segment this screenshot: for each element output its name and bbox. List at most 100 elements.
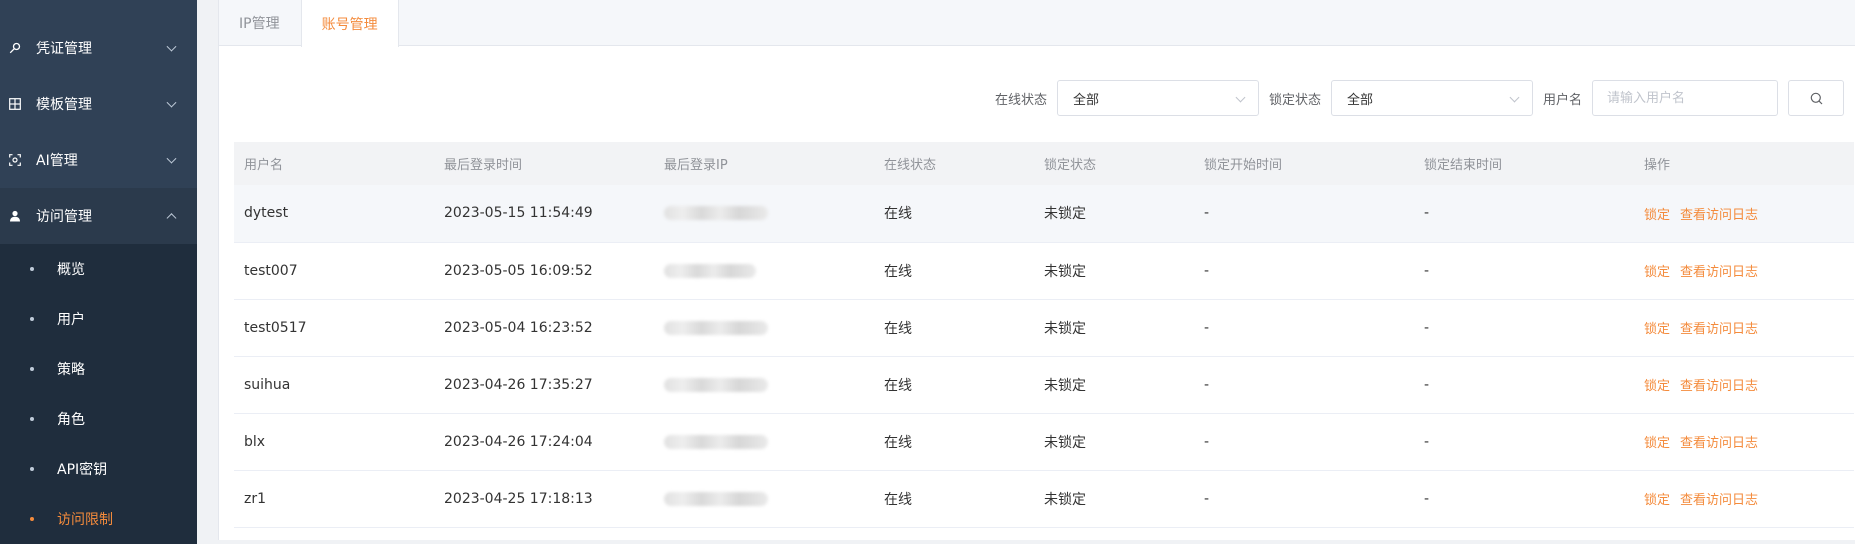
online-status-select[interactable]: 全部	[1056, 80, 1259, 116]
submenu-item-label: 策略	[57, 362, 85, 378]
view-log-link[interactable]: 查看访问日志	[1680, 379, 1758, 394]
lock-status-value: 全部	[1346, 92, 1373, 108]
last-login-cell: 2023-05-04 16:23:52	[434, 299, 654, 357]
tab-label: IP管理	[239, 16, 280, 32]
lock-start-cell: -	[1194, 299, 1414, 357]
ip-cell	[654, 470, 874, 528]
bullet-icon	[30, 417, 34, 421]
lock-link[interactable]: 锁定	[1644, 436, 1670, 451]
column-header[interactable]: 锁定状态	[1034, 142, 1194, 185]
chevron-down-icon	[166, 41, 177, 52]
online-status-cell: 在线	[874, 470, 1034, 528]
search-icon	[1810, 92, 1822, 104]
last-login-cell: 2023-05-05 16:09:52	[434, 242, 654, 300]
tab-account-management[interactable]: 账号管理	[300, 0, 399, 47]
lock-status-select[interactable]: 全部	[1330, 80, 1533, 116]
online-status-cell: 在线	[874, 356, 1034, 414]
menu-item-access[interactable]: 访问管理	[0, 188, 197, 244]
submenu-item-users[interactable]: 用户	[0, 294, 197, 344]
lock-link[interactable]: 锁定	[1644, 493, 1670, 508]
submenu-item-label: 角色	[57, 412, 85, 428]
table-row: test007 2023-05-05 16:09:52 在线 未锁定 - - 锁…	[234, 242, 1854, 300]
tab-label: 账号管理	[321, 16, 378, 33]
menu-item-credentials[interactable]: 凭证管理	[0, 20, 197, 76]
menu-item-label: AI管理	[36, 153, 78, 169]
actions-cell: 锁定 查看访问日志	[1634, 185, 1854, 243]
view-log-link[interactable]: 查看访问日志	[1680, 436, 1758, 451]
lock-end-cell: -	[1414, 470, 1634, 528]
submenu-item-overview[interactable]: 概览	[0, 244, 197, 294]
bullet-icon	[30, 367, 34, 371]
tab-ip-management[interactable]: IP管理	[219, 0, 301, 46]
ip-cell	[654, 242, 874, 300]
table-row: suihua 2023-04-26 17:35:27 在线 未锁定 - - 锁定…	[234, 356, 1854, 414]
search-button[interactable]	[1788, 80, 1844, 116]
username-input[interactable]	[1592, 80, 1778, 116]
lock-end-cell: -	[1414, 413, 1634, 471]
lock-start-cell: -	[1194, 185, 1414, 243]
bullet-icon	[30, 317, 34, 321]
lock-end-cell: -	[1414, 356, 1634, 414]
ip-cell	[654, 413, 874, 471]
lock-link[interactable]: 锁定	[1644, 265, 1670, 280]
column-header[interactable]: 操作	[1634, 142, 1854, 185]
ip-cell	[654, 356, 874, 414]
chevron-down-icon	[1235, 92, 1246, 103]
lock-status-cell: 未锁定	[1034, 413, 1194, 471]
column-header[interactable]: 用户名	[234, 142, 434, 185]
column-header[interactable]: 最后登录IP	[654, 142, 874, 185]
submenu-item-label: API密钥	[57, 462, 108, 478]
lock-status-label: 锁定状态	[1268, 92, 1321, 108]
bullet-icon	[30, 517, 34, 521]
menu-item-templates[interactable]: 模板管理	[0, 76, 197, 132]
actions-cell: 锁定 查看访问日志	[1634, 242, 1854, 300]
lock-start-cell: -	[1194, 413, 1414, 471]
grid-icon	[8, 97, 22, 111]
view-log-link[interactable]: 查看访问日志	[1680, 265, 1758, 280]
submenu-item-label: 访问限制	[57, 512, 113, 528]
submenu-item-policies[interactable]: 策略	[0, 344, 197, 394]
column-header[interactable]: 最后登录时间	[434, 142, 654, 185]
view-log-link[interactable]: 查看访问日志	[1680, 322, 1758, 337]
blurred-ip	[664, 206, 768, 221]
lock-link[interactable]: 锁定	[1644, 379, 1670, 394]
column-header[interactable]: 锁定结束时间	[1414, 142, 1634, 185]
chevron-up-icon	[166, 213, 177, 224]
username-cell: test0517	[234, 299, 434, 357]
submenu-access: 概览 用户 策略 角色 API密钥 访问限制	[0, 244, 197, 544]
username-cell: test007	[234, 242, 434, 300]
key-icon	[8, 41, 22, 55]
sidebar: 凭证管理 模板管理 AI管理 访问管理 概览 用户 策略 角色 API密钥 访问…	[0, 0, 197, 544]
submenu-item-access-limits[interactable]: 访问限制	[0, 494, 197, 544]
chevron-down-icon	[166, 97, 177, 108]
submenu-item-roles[interactable]: 角色	[0, 394, 197, 444]
username-label: 用户名	[1542, 92, 1582, 108]
lock-status-cell: 未锁定	[1034, 242, 1194, 300]
lock-status-cell: 未锁定	[1034, 356, 1194, 414]
actions-cell: 锁定 查看访问日志	[1634, 356, 1854, 414]
view-log-link[interactable]: 查看访问日志	[1680, 493, 1758, 508]
lock-link[interactable]: 锁定	[1644, 208, 1670, 223]
table-row: blx 2023-04-26 17:24:04 在线 未锁定 - - 锁定 查看访…	[234, 413, 1854, 471]
column-header[interactable]: 在线状态	[874, 142, 1034, 185]
ip-cell	[654, 185, 874, 243]
main-panel: IP管理 账号管理 在线状态 全部 锁定状态 全部 用户名 用户名	[218, 0, 1855, 540]
blurred-ip	[664, 434, 768, 449]
chevron-down-icon	[1509, 92, 1520, 103]
ai-scan-icon	[8, 153, 22, 167]
online-status-value: 全部	[1072, 92, 1099, 108]
blurred-ip	[664, 320, 768, 335]
lock-end-cell: -	[1414, 185, 1634, 243]
lock-end-cell: -	[1414, 242, 1634, 300]
chevron-down-icon	[166, 153, 177, 164]
submenu-item-label: 概览	[57, 262, 85, 278]
lock-link[interactable]: 锁定	[1644, 322, 1670, 337]
view-log-link[interactable]: 查看访问日志	[1680, 208, 1758, 223]
submenu-item-api-keys[interactable]: API密钥	[0, 444, 197, 494]
column-header[interactable]: 锁定开始时间	[1194, 142, 1414, 185]
last-login-cell: 2023-04-25 17:18:13	[434, 470, 654, 528]
menu-item-ai[interactable]: AI管理	[0, 132, 197, 188]
last-login-cell: 2023-05-15 11:54:49	[434, 185, 654, 243]
lock-start-cell: -	[1194, 470, 1414, 528]
table-row: dytest 2023-05-15 11:54:49 在线 未锁定 - - 锁定…	[234, 185, 1854, 243]
